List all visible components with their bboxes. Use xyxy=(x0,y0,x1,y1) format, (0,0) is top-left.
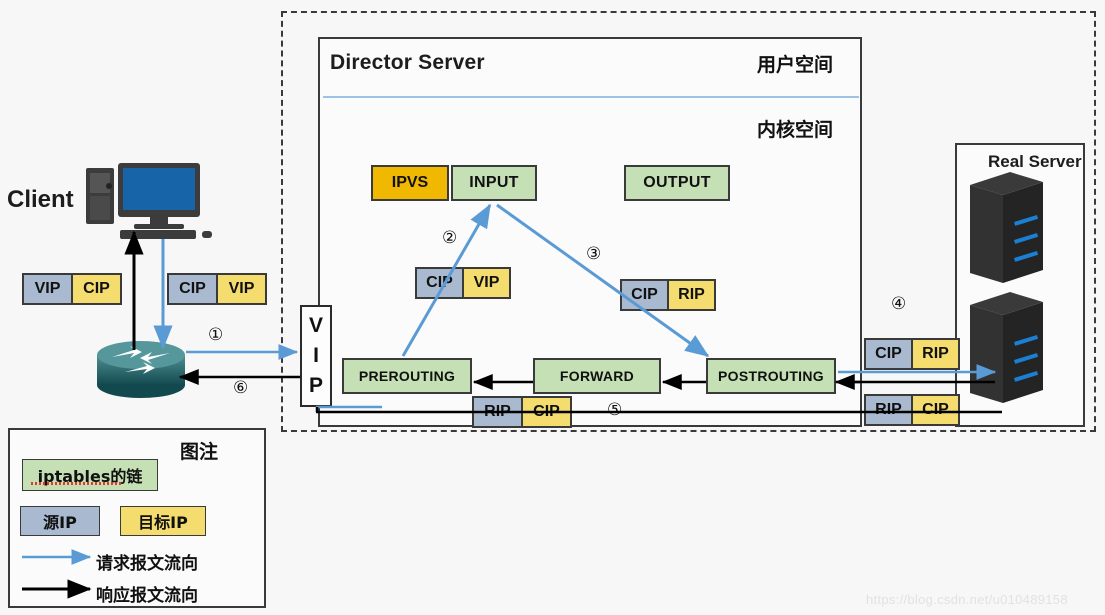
client-label: Client xyxy=(7,186,74,213)
step-marker-6: ⑥ xyxy=(233,378,249,398)
packet-client-request: CIP VIP xyxy=(167,273,267,305)
client-computer-icon xyxy=(86,163,212,239)
kernel-space-label: 内核空间 xyxy=(757,119,834,141)
packet-src: RIP xyxy=(474,398,521,426)
step-marker-1: ① xyxy=(208,325,224,345)
router-icon xyxy=(97,341,185,398)
legend-dst-swatch: 目标IP xyxy=(120,506,206,536)
user-space-label: 用户空间 xyxy=(757,54,834,76)
packet-dst: VIP xyxy=(216,275,265,303)
vip-letter-p: P xyxy=(308,374,323,397)
packet-prerouting-request: CIP VIP xyxy=(415,267,511,299)
legend-response-flow-label: 响应报文流向 xyxy=(96,586,198,606)
vip-interface-box[interactable]: V I P xyxy=(300,305,332,407)
chain-input[interactable]: INPUT xyxy=(451,165,537,201)
packet-postrouting-request: CIP RIP xyxy=(620,279,716,311)
lvs-nat-diagram: Director Server 用户空间 内核空间 IPVS INPUT OUT… xyxy=(0,0,1105,615)
director-server-title: Director Server xyxy=(330,51,485,74)
legend-chain-swatch: iptables的链 xyxy=(22,459,158,491)
chain-postrouting[interactable]: POSTROUTING xyxy=(706,358,836,394)
ipvs-box[interactable]: IPVS xyxy=(371,165,449,201)
real-server-box xyxy=(955,143,1085,427)
packet-realserver-out: RIP CIP xyxy=(864,394,960,426)
legend-src-swatch: 源IP xyxy=(20,506,100,536)
packet-dst: CIP xyxy=(521,398,570,426)
legend-request-flow-label: 请求报文流向 xyxy=(96,554,198,574)
chain-forward[interactable]: FORWARD xyxy=(533,358,661,394)
packet-src: CIP xyxy=(417,269,462,297)
packet-src: RIP xyxy=(866,396,911,424)
packet-dst: RIP xyxy=(667,281,714,309)
chain-output[interactable]: OUTPUT xyxy=(624,165,730,201)
packet-src: CIP xyxy=(169,275,216,303)
vip-letter-v: V xyxy=(308,314,323,337)
packet-dst: RIP xyxy=(911,340,958,368)
packet-dst: CIP xyxy=(71,275,120,303)
vip-letter-i: I xyxy=(313,344,319,367)
legend-title: 图注 xyxy=(180,441,219,463)
step-marker-5: ⑤ xyxy=(607,400,623,420)
userspace-kernelspace-divider xyxy=(323,96,859,98)
step-marker-2: ② xyxy=(442,228,458,248)
step-marker-4: ④ xyxy=(891,294,907,314)
step-marker-3: ③ xyxy=(586,244,602,264)
packet-dst: CIP xyxy=(911,396,958,424)
packet-realserver-in: CIP RIP xyxy=(864,338,960,370)
packet-response-chain: RIP CIP xyxy=(472,396,572,428)
packet-src: CIP xyxy=(622,281,667,309)
chain-prerouting[interactable]: PREROUTING xyxy=(342,358,472,394)
real-server-title: Real Server xyxy=(988,152,1082,171)
packet-client-response: VIP CIP xyxy=(22,273,122,305)
packet-src: VIP xyxy=(24,275,71,303)
packet-src: CIP xyxy=(866,340,911,368)
packet-dst: VIP xyxy=(462,269,509,297)
watermark: https://blog.csdn.net/u010489158 xyxy=(866,592,1068,607)
